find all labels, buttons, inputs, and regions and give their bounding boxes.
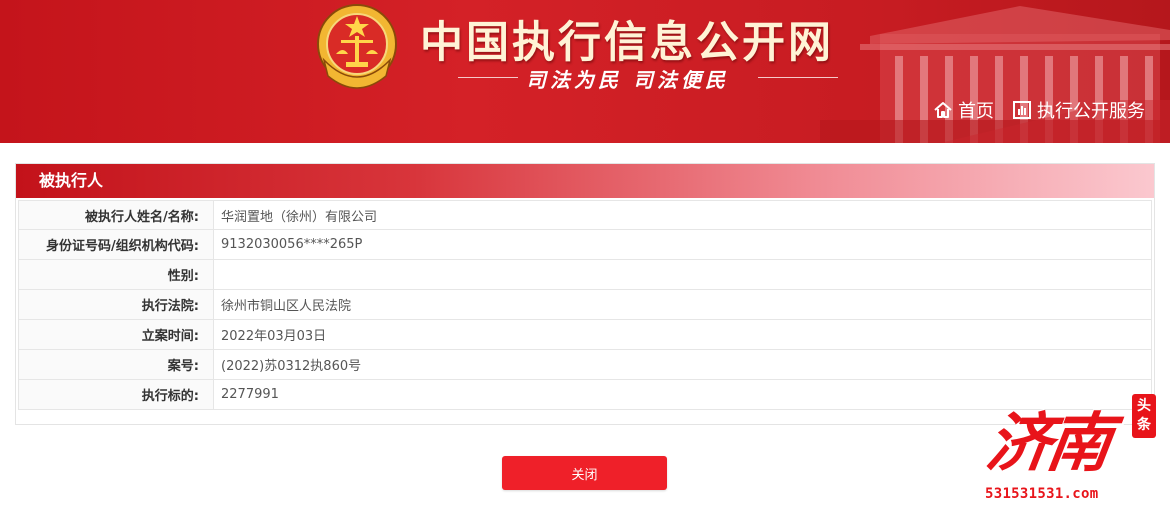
field-label: 身份证号码/组织机构代码: [18,230,214,260]
home-icon [934,102,952,118]
field-value-case-number: (2022)苏0312执860号 [214,350,1152,380]
field-label: 立案时间: [18,320,214,350]
table-row: 被执行人姓名/名称: 华润置地（徐州）有限公司 [18,200,1152,230]
field-value-name: 华润置地（徐州）有限公司 [214,200,1152,230]
watermark-url: 531531531.com [985,486,1099,502]
field-value-gender [214,260,1152,290]
debtor-info-panel: 被执行人 被执行人姓名/名称: 华润置地（徐州）有限公司 身份证号码/组织机构代… [15,163,1155,425]
slogan-text: 司法为民 司法便民 [526,68,729,92]
debtor-info-table: 被执行人姓名/名称: 华润置地（徐州）有限公司 身份证号码/组织机构代码: 91… [18,200,1152,410]
watermark-seal-top: 头 [1137,398,1151,414]
nav-service-label: 执行公开服务 [1037,101,1145,122]
field-value-filing-date: 2022年03月03日 [214,320,1152,350]
watermark-seal-bottom: 条 [1137,417,1151,433]
site-title: 中国执行信息公开网 [420,18,834,68]
slogan-line-left [458,77,518,78]
table-row: 身份证号码/组织机构代码: 9132030056****265P [18,230,1152,260]
table-row: 案号: (2022)苏0312执860号 [18,350,1152,380]
close-button[interactable]: 关闭 [502,456,667,490]
nav-home[interactable]: 首页 [933,96,994,124]
table-row: 性别: [18,260,1152,290]
slogan-line-right [758,77,838,78]
table-row: 执行法院: 徐州市铜山区人民法院 [18,290,1152,320]
field-label: 性别: [18,260,214,290]
slogan: 司法为民 司法便民 [458,62,838,92]
field-value-court: 徐州市铜山区人民法院 [214,290,1152,320]
field-label: 案号: [18,350,214,380]
field-value-id: 9132030056****265P [214,230,1152,260]
field-label: 执行法院: [18,290,214,320]
nav-service[interactable]: 执行公开服务 [1012,96,1145,124]
nav-home-label: 首页 [958,101,994,122]
field-label: 执行标的: [18,380,214,410]
panel-title: 被执行人 [16,164,1154,198]
court-emblem-icon [317,4,397,89]
watermark-text: 济南 [981,406,1113,481]
watermark-seal: 头 条 [1132,394,1156,438]
table-row: 立案时间: 2022年03月03日 [18,320,1152,350]
watermark-logo: 济南 头 条 531531531.com [980,392,1165,510]
bar-chart-icon [1013,101,1031,119]
field-label: 被执行人姓名/名称: [18,200,214,230]
site-header: 中国执行信息公开网 司法为民 司法便民 首页 执行公开服务 [0,0,1170,143]
